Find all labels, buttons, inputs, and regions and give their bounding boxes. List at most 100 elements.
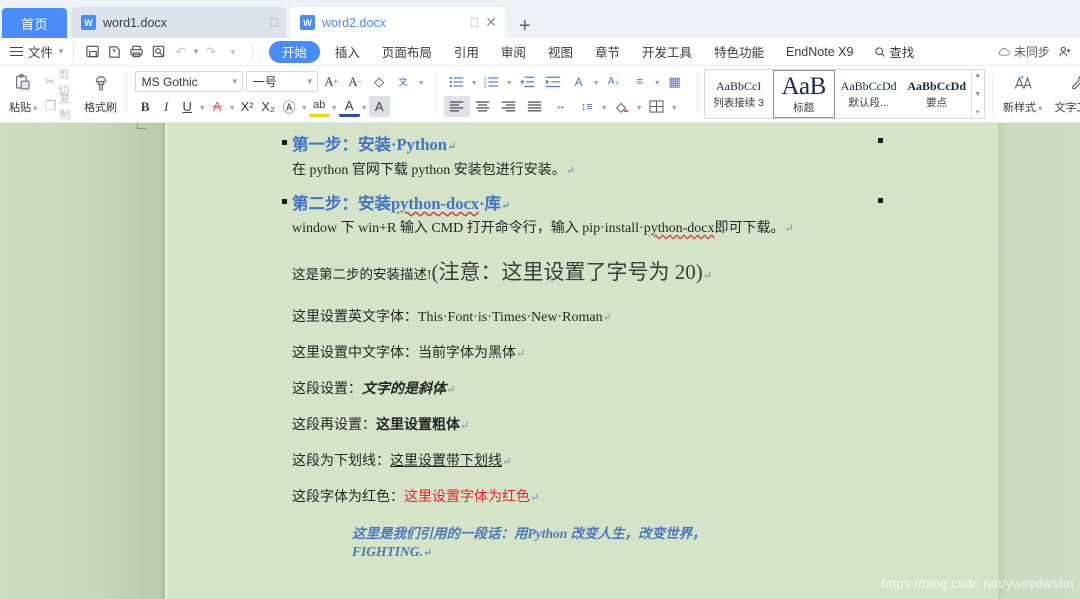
monitor-icon[interactable]: ⎕ — [470, 15, 478, 31]
ribbon-tab-page-layout[interactable]: 页面布局 — [371, 41, 443, 63]
bold-button[interactable]: B — [135, 96, 156, 117]
chevron-down-icon[interactable]: ▼ — [600, 96, 609, 117]
chevron-down-icon[interactable]: ▼ — [670, 96, 679, 117]
text-tools-label: 文字工具 — [1055, 102, 1080, 114]
numbered-list-icon[interactable]: 123 — [479, 71, 505, 92]
style-item-list-continue-3[interactable]: AaBbCcI 列表接续 3 — [705, 70, 773, 118]
sort-icon[interactable]: A↓ — [601, 71, 627, 92]
paragraph-step2-heading: 第二步：安装python-docx·库↵ — [292, 190, 510, 214]
add-user-icon[interactable] — [1054, 41, 1076, 63]
expand-gallery-icon[interactable]: ▾ — [976, 109, 980, 116]
customize-quick-access-icon[interactable]: ▼ — [222, 41, 244, 63]
style-item-heading[interactable]: AaB 标题 — [773, 70, 835, 118]
copy-button[interactable]: ❐ 复制 — [42, 95, 81, 117]
chevron-down-icon[interactable]: ▼ — [192, 47, 200, 56]
paragraph-text-large: (注意：这里设置了字号为 20) — [432, 260, 703, 284]
italic-button[interactable]: I — [156, 96, 177, 117]
chevron-down-icon[interactable]: ▼ — [635, 96, 644, 117]
text-tools-button[interactable]: 文字工具 ▾ — [1049, 68, 1080, 120]
print-icon[interactable] — [126, 41, 148, 63]
align-left-icon[interactable] — [444, 96, 470, 117]
character-border-icon[interactable]: Ⓐ — [279, 96, 300, 117]
clear-formatting-icon[interactable]: ◇ — [369, 71, 390, 92]
ribbon-group-styles: AaBbCcI 列表接续 3 AaB 标题 AaBbCcDd 默认段... Aa… — [697, 66, 992, 122]
file-menu[interactable]: 文件 ▼ — [28, 42, 65, 61]
redo-icon[interactable]: ↷ — [200, 41, 222, 63]
scroll-up-icon[interactable]: ▲ — [974, 72, 981, 79]
align-center-icon[interactable] — [470, 96, 496, 117]
font-color-icon[interactable]: A — [339, 96, 360, 117]
chevron-down-icon[interactable]: ▼ — [417, 71, 426, 92]
character-shading-icon[interactable]: A — [369, 96, 390, 117]
ribbon-tab-developer[interactable]: 开发工具 — [631, 41, 703, 63]
style-item-default-paragraph[interactable]: AaBbCcDd 默认段... — [835, 70, 903, 118]
distribute-icon[interactable]: ↔ — [548, 96, 574, 117]
chevron-down-icon[interactable]: ▼ — [228, 96, 237, 117]
ribbon-tab-start[interactable]: 开始 — [269, 41, 320, 63]
print-preview-icon[interactable] — [148, 41, 170, 63]
chevron-down-icon[interactable]: ▼ — [198, 96, 207, 117]
bulleted-list-icon[interactable] — [444, 71, 470, 92]
subscript-button[interactable]: X₂ — [258, 96, 279, 117]
chevron-down-icon[interactable]: ▼ — [360, 96, 369, 117]
document-canvas[interactable]: 第一步：安装·Python↵ 在 python 官网下载 python 安装包进… — [0, 123, 1080, 599]
pinyin-guide-icon[interactable]: 文 — [393, 71, 414, 92]
monitor-icon[interactable]: ⎕ — [270, 15, 278, 31]
font-size-select[interactable]: 一号 ▼ — [246, 71, 318, 92]
asian-layout-icon[interactable]: A — [566, 71, 592, 92]
ribbon-tab-review[interactable]: 审阅 — [490, 41, 537, 63]
chevron-down-icon[interactable]: ▼ — [592, 71, 601, 92]
table-tools-icon[interactable]: ▦ — [662, 71, 688, 92]
paragraph-mark: ↵ — [530, 492, 539, 504]
decrease-font-size-icon[interactable]: A− — [345, 71, 366, 92]
home-tab[interactable]: 首页 — [2, 8, 67, 38]
borders-icon[interactable] — [644, 96, 670, 117]
find-button[interactable]: 查找 — [864, 42, 924, 61]
chevron-down-icon[interactable]: ▼ — [300, 96, 309, 117]
format-painter-button[interactable]: 格式刷 — [80, 68, 120, 120]
style-item-key-point[interactable]: AaBbCcDd 要点 — [903, 70, 971, 118]
shading-icon[interactable] — [609, 96, 635, 117]
menu-bar-right: 未同步 — [997, 41, 1080, 63]
chevron-down-icon[interactable]: ▼ — [470, 71, 479, 92]
paragraph-label: 这段设置： — [292, 382, 362, 397]
increase-indent-icon[interactable] — [540, 71, 566, 92]
ribbon-tab-insert[interactable]: 插入 — [324, 41, 371, 63]
close-icon[interactable]: ✕ — [485, 14, 497, 31]
ribbon-tab-section[interactable]: 章节 — [584, 41, 631, 63]
justify-icon[interactable] — [522, 96, 548, 117]
save-icon[interactable] — [82, 41, 104, 63]
sync-status[interactable]: 未同步 — [997, 43, 1050, 60]
align-right-icon[interactable] — [496, 96, 522, 117]
chevron-down-icon[interactable]: ▼ — [505, 71, 514, 92]
document-tab-word1[interactable]: W word1.docx ⎕ — [71, 7, 286, 38]
document-tab-word2[interactable]: W word2.docx ⎕ ✕ — [290, 7, 505, 38]
hamburger-icon[interactable] — [10, 47, 23, 57]
paragraph-mark: ↵ — [423, 547, 432, 559]
new-style-button[interactable]: 新样式 ▾ — [997, 68, 1049, 120]
chevron-down-icon[interactable]: ▼ — [330, 96, 339, 117]
svg-text:3: 3 — [484, 83, 487, 88]
decrease-indent-icon[interactable] — [514, 71, 540, 92]
font-family-select[interactable]: MS Gothic ▼ — [135, 71, 243, 92]
save-as-icon[interactable] — [104, 41, 126, 63]
superscript-button[interactable]: X² — [237, 96, 258, 117]
text-highlight-icon[interactable]: ab — [309, 96, 330, 117]
margin-corner-mark — [137, 123, 146, 129]
style-sample: AaB — [781, 74, 825, 99]
ribbon-tab-references[interactable]: 引用 — [443, 41, 490, 63]
scroll-down-icon[interactable]: ▼ — [974, 91, 981, 98]
show-formatting-marks-icon[interactable]: ≡ — [627, 71, 653, 92]
new-tab-button[interactable]: + — [505, 16, 541, 38]
line-spacing-icon[interactable]: ↕≡ — [574, 96, 600, 117]
undo-icon[interactable]: ↶ — [170, 41, 192, 63]
ribbon-tab-endnote[interactable]: EndNote X9 — [775, 41, 864, 63]
strikethrough-icon[interactable]: A — [207, 96, 228, 117]
style-name: 列表接续 3 — [713, 95, 764, 110]
chevron-down-icon[interactable]: ▼ — [653, 71, 662, 92]
ribbon-tab-view[interactable]: 视图 — [537, 41, 584, 63]
ribbon-tab-features[interactable]: 特色功能 — [703, 41, 775, 63]
increase-font-size-icon[interactable]: A+ — [321, 71, 342, 92]
underline-button[interactable]: U — [177, 96, 198, 117]
paste-button[interactable]: 粘贴 ▾ — [5, 68, 42, 120]
